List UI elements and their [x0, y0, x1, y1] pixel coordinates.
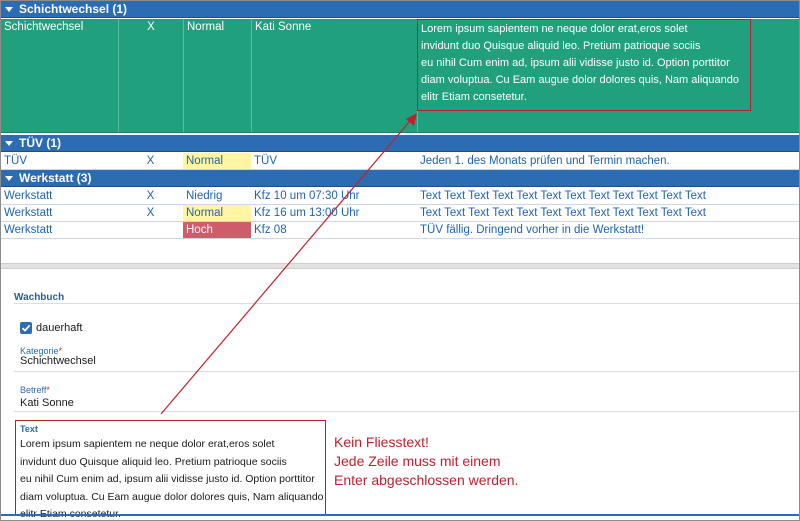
cell-dauerhaft: X	[146, 155, 155, 167]
cell-prioritaet: Normal	[183, 153, 251, 169]
group-header-werkstatt[interactable]: Werkstatt (3)	[1, 170, 799, 187]
checkmark-icon	[21, 324, 31, 332]
cell-prioritaet: Hoch	[183, 222, 251, 238]
cell-kategorie: Werkstatt	[4, 207, 53, 219]
text-label: Text	[20, 424, 38, 434]
cell-text: Text Text Text Text Text Text Text Text …	[420, 207, 706, 219]
divider	[1, 514, 799, 516]
text-field[interactable]: Text Lorem ipsum sapientem ne neque dolo…	[15, 420, 326, 520]
cell-prioritaet: Niedrig	[186, 190, 223, 202]
form-title: Wachbuch	[14, 292, 65, 303]
collapse-caret-icon[interactable]	[5, 140, 13, 146]
cell-kategorie: Werkstatt	[4, 224, 53, 236]
text-value: Lorem ipsum sapientem ne neque dolor era…	[20, 438, 324, 520]
cell-prioritaet: Normal	[183, 19, 251, 132]
window: Schichtwechsel (1) Schichtwechsel X Norm…	[0, 0, 800, 521]
dauerhaft-label: dauerhaft	[36, 322, 83, 334]
cell-betreff: Kati Sonne	[251, 19, 417, 132]
cell-text: Jeden 1. des Monats prüfen und Termin ma…	[420, 155, 670, 167]
collapse-caret-icon[interactable]	[5, 6, 13, 12]
divider	[14, 411, 799, 412]
divider	[14, 303, 799, 304]
table-row[interactable]: Werkstatt X Normal Kfz 16 um 13:00 Uhr T…	[1, 205, 799, 222]
annotation-note: Kein Fliesstext! Jede Zeile muss mit ein…	[334, 434, 519, 488]
betreff-label: Betreff*	[20, 385, 50, 395]
group-title: Werkstatt (3)	[19, 171, 92, 185]
cell-betreff: Kfz 10 um 07:30 Uhr	[254, 190, 360, 202]
dauerhaft-checkbox[interactable]	[20, 322, 32, 334]
cell-dauerhaft	[118, 222, 183, 238]
cell-kategorie: Werkstatt	[4, 190, 53, 202]
cell-betreff: Kfz 16 um 13:00 Uhr	[254, 207, 360, 219]
kategorie-field[interactable]: Schichtwechsel	[20, 355, 96, 367]
cell-dauerhaft: X	[146, 190, 155, 202]
cell-prioritaet: Normal	[183, 205, 251, 221]
table-row[interactable]: Werkstatt Hoch Kfz 08 TÜV fällig. Dringe…	[1, 222, 799, 239]
group-header-schichtwechsel[interactable]: Schichtwechsel (1)	[1, 1, 799, 18]
cell-kategorie: Schichtwechsel	[4, 21, 84, 33]
cell-dauerhaft: X	[118, 19, 183, 132]
highlight-box-grid-text	[417, 19, 751, 111]
table-row[interactable]: TÜV X Normal TÜV Jeden 1. des Monats prü…	[1, 153, 799, 170]
group-title: TÜV (1)	[19, 136, 61, 150]
panel-splitter[interactable]	[1, 263, 799, 269]
cell-kategorie: TÜV	[4, 155, 27, 167]
collapse-caret-icon[interactable]	[5, 175, 13, 181]
table-row[interactable]: Werkstatt X Niedrig Kfz 10 um 07:30 Uhr …	[1, 188, 799, 205]
betreff-field[interactable]: Kati Sonne	[20, 397, 74, 409]
cell-text: Text Text Text Text Text Text Text Text …	[420, 190, 706, 202]
group-title: Schichtwechsel (1)	[19, 2, 128, 16]
cell-betreff: Kfz 08	[254, 224, 287, 236]
cell-dauerhaft: X	[146, 207, 155, 219]
group-header-tuev[interactable]: TÜV (1)	[1, 135, 799, 152]
cell-betreff: TÜV	[254, 155, 277, 167]
divider	[14, 371, 799, 372]
cell-text: TÜV fällig. Dringend vorher in die Werks…	[420, 224, 645, 236]
